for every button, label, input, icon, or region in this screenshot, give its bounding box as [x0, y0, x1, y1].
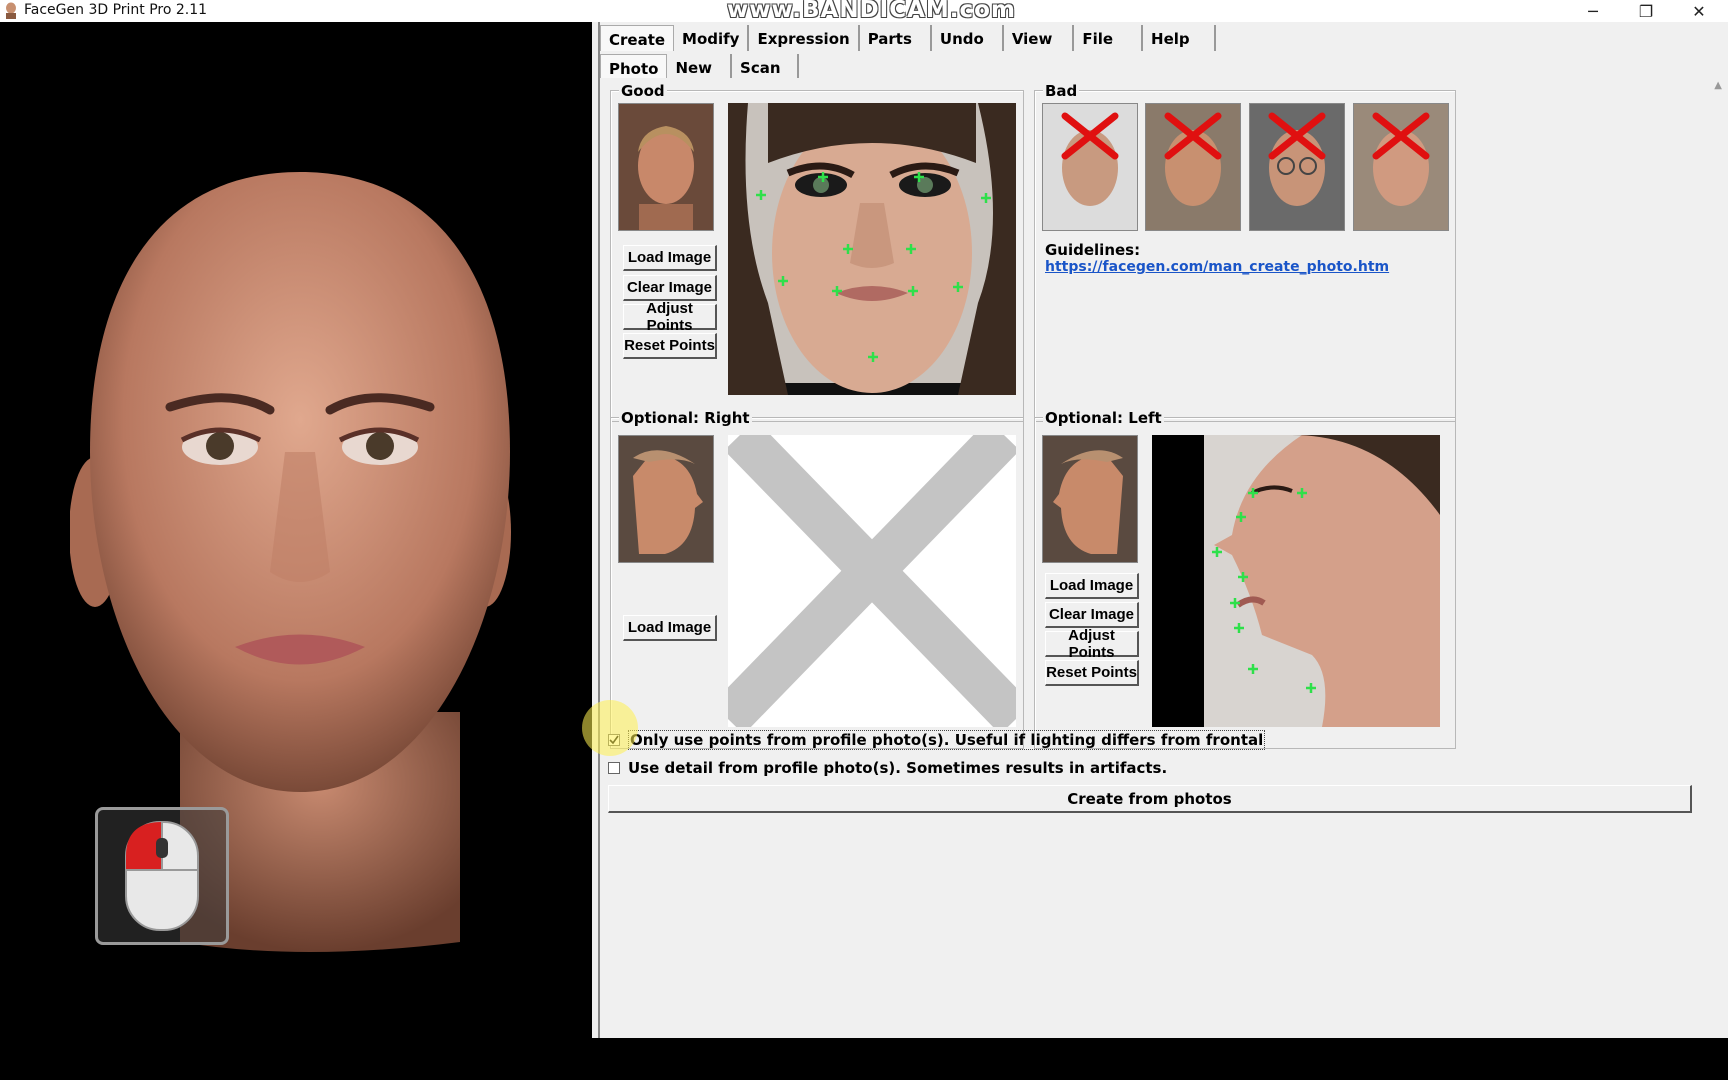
- left-reset-points-button[interactable]: Reset Points: [1045, 660, 1139, 686]
- tab-create[interactable]: Create: [600, 25, 675, 51]
- left-profile-photo[interactable]: [1152, 435, 1440, 727]
- profile-points-option[interactable]: Only use points from profile photo(s). U…: [608, 730, 1266, 750]
- bad-example-thumb-3: [1249, 103, 1345, 231]
- frontal-photo[interactable]: [728, 103, 1016, 395]
- guidelines-label: Guidelines:: [1045, 241, 1141, 259]
- tab-view[interactable]: View: [1004, 25, 1075, 51]
- minimize-button[interactable]: ─: [1570, 0, 1616, 22]
- good-reset-points-button[interactable]: Reset Points: [623, 333, 717, 359]
- tab-help[interactable]: Help: [1143, 25, 1216, 51]
- left-profile-thumb: [1042, 435, 1138, 563]
- profile-detail-checkbox[interactable]: [608, 762, 620, 774]
- optional-right-group: Optional: Right Load Image: [610, 409, 1024, 749]
- bottom-strip: [0, 1038, 1728, 1080]
- create-submenu: Photo New Scan: [600, 54, 799, 78]
- watermark: www.BANDICAM.com: [727, 0, 1016, 23]
- 3d-viewport[interactable]: [0, 22, 592, 1038]
- good-adjust-points-button[interactable]: Adjust Points: [623, 300, 717, 334]
- left-adjust-points-button[interactable]: Adjust Points: [1045, 627, 1139, 661]
- bad-label: Bad: [1043, 82, 1080, 100]
- title-bar: FaceGen 3D Print Pro 2.11 www.BANDICAM.c…: [0, 0, 1728, 23]
- optional-left-group: Optional: Left Load Image Clear Image Ad…: [1034, 409, 1456, 749]
- mouse-hint-overlay: [95, 807, 229, 945]
- bad-example-thumb-4: [1353, 103, 1449, 231]
- optional-left-label: Optional: Left: [1043, 409, 1164, 427]
- good-group: Good Load Image Clear Image Adjust Point…: [610, 82, 1024, 422]
- good-example-thumb: [618, 103, 714, 231]
- mouse-icon: [125, 821, 199, 931]
- profile-detail-label: Use detail from profile photo(s). Someti…: [628, 759, 1168, 777]
- profile-points-label: Only use points from profile photo(s). U…: [628, 730, 1266, 750]
- app-icon: [6, 2, 16, 19]
- create-from-photos-button[interactable]: Create from photos: [608, 785, 1692, 813]
- left-clear-image-button[interactable]: Clear Image: [1045, 602, 1139, 628]
- bad-example-thumb-1: [1042, 103, 1138, 231]
- subtab-photo[interactable]: Photo: [600, 54, 668, 78]
- guidelines-link[interactable]: https://facegen.com/man_create_photo.htm: [1045, 259, 1389, 275]
- bad-example-thumb-2: [1145, 103, 1241, 231]
- tab-expression[interactable]: Expression: [749, 25, 860, 51]
- tab-modify[interactable]: Modify: [674, 25, 750, 51]
- subtab-new[interactable]: New: [667, 54, 733, 78]
- good-label: Good: [619, 82, 667, 100]
- control-panel: Create Modify Expression Parts Undo View…: [598, 22, 1728, 1038]
- main-menu: Create Modify Expression Parts Undo View…: [600, 25, 1216, 51]
- right-photo-placeholder[interactable]: [728, 435, 1016, 727]
- cursor-highlight: [582, 700, 638, 756]
- window-title: FaceGen 3D Print Pro 2.11: [24, 2, 208, 18]
- right-load-image-button[interactable]: Load Image: [623, 615, 717, 641]
- optional-right-label: Optional: Right: [619, 409, 752, 427]
- restore-button[interactable]: ❐: [1623, 0, 1669, 22]
- left-load-image-button[interactable]: Load Image: [1045, 573, 1139, 599]
- bad-group: Bad Guidelines: https://facegen.com/man_…: [1034, 82, 1456, 422]
- good-clear-image-button[interactable]: Clear Image: [623, 275, 717, 301]
- close-button[interactable]: ✕: [1676, 0, 1722, 22]
- tab-file[interactable]: File: [1074, 25, 1144, 51]
- right-profile-thumb: [618, 435, 714, 563]
- scroll-up-arrow[interactable]: ▲: [1714, 80, 1722, 91]
- tab-parts[interactable]: Parts: [860, 25, 932, 51]
- tab-undo[interactable]: Undo: [932, 25, 1004, 51]
- profile-detail-option[interactable]: Use detail from profile photo(s). Someti…: [608, 759, 1167, 777]
- good-load-image-button[interactable]: Load Image: [623, 245, 717, 271]
- subtab-scan[interactable]: Scan: [732, 54, 799, 78]
